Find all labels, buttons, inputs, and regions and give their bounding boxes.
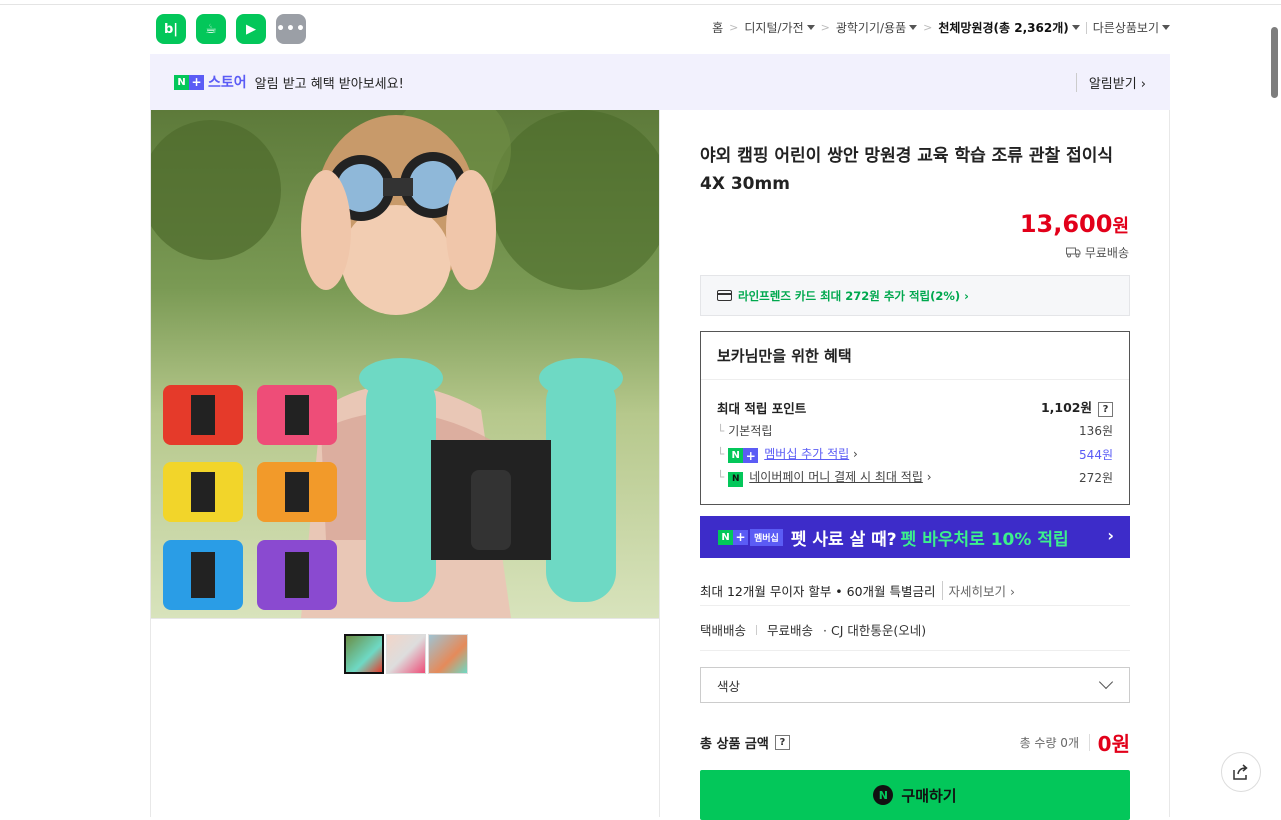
- product-main-image[interactable]: [151, 110, 659, 618]
- card-benefit-link[interactable]: 라인프렌즈 카드 최대 272원 추가 적립(2%) ›: [700, 275, 1130, 316]
- store-label: 스토어: [208, 75, 247, 91]
- top-divider: [0, 4, 1281, 5]
- credit-card-icon: [717, 290, 732, 301]
- truck-icon: [1065, 247, 1081, 258]
- benefit-box: 보카님만을 위한 혜택 최대 적립 포인트 1,102원? └ 기본적립 136원…: [700, 331, 1130, 505]
- delivery-info: 택배배송 무료배송 · CJ 대한통운(오네): [700, 623, 927, 638]
- naverpay-icon: N: [873, 785, 894, 805]
- more-apps-icon[interactable]: •••: [276, 14, 306, 44]
- chevron-down-icon: [1098, 674, 1114, 690]
- thumbnail-list: [344, 634, 468, 674]
- basic-points-row: └ 기본적립 136원: [717, 424, 1113, 438]
- other-products-link[interactable]: 다른상품보기: [1093, 19, 1159, 36]
- app-icons: b| ☕ ▶ •••: [156, 14, 306, 44]
- product-info-pane: 야외 캠핑 어린이 쌍안 망원경 교육 학습 조류 관찰 접이식 4X 30mm…: [660, 110, 1170, 820]
- chevron-right-icon: ›: [1107, 526, 1114, 545]
- scrollbar[interactable]: [1271, 27, 1278, 98]
- alarm-banner: N + 스토어 알림 받고 혜택 받아보세요! 알림받기 ›: [150, 54, 1170, 110]
- npay-link[interactable]: 네이버페이 머니 결제 시 최대 적립: [749, 470, 923, 484]
- breadcrumb-home[interactable]: 홈: [712, 19, 723, 36]
- dropdown-icon: [1071, 25, 1080, 30]
- dropdown-icon: [909, 25, 918, 30]
- membership-link[interactable]: 멤버십 추가 적립: [764, 447, 849, 461]
- total-amount: 0원: [1097, 731, 1130, 756]
- total-quantity: 총 수량 0개: [1020, 733, 1090, 751]
- product-price: 13,600원: [1019, 210, 1129, 238]
- npay-points-row: └ N 네이버페이 머니 결제 시 최대 적립 › 272원: [717, 470, 1113, 487]
- shipping-info: 무료배송: [1065, 244, 1129, 261]
- help-icon[interactable]: ?: [1098, 402, 1113, 417]
- cafe-icon[interactable]: ☕: [196, 14, 226, 44]
- thumbnail-2[interactable]: [386, 634, 426, 674]
- image-pane: [150, 110, 660, 817]
- color-option-select[interactable]: 색상: [700, 667, 1130, 703]
- breadcrumb-digital[interactable]: 디지털/가전: [744, 19, 803, 36]
- naver-plus-icon: N +: [718, 529, 748, 545]
- breadcrumb-telescope[interactable]: 천체망원경(총 2,362개): [938, 19, 1068, 36]
- buy-button[interactable]: N 구매하기: [700, 770, 1130, 820]
- thumbnail-3[interactable]: [428, 634, 468, 674]
- share-button[interactable]: [1221, 752, 1261, 792]
- membership-points-row: └ N + 멤버십 추가 적립 › 544원: [717, 447, 1113, 463]
- place-icon[interactable]: ▶: [236, 14, 266, 44]
- naver-plus-icon: N +: [728, 448, 759, 463]
- benefit-title: 보카님만을 위한 혜택: [701, 332, 1129, 380]
- product-title: 야외 캠핑 어린이 쌍안 망원경 교육 학습 조류 관찰 접이식 4X 30mm: [700, 146, 1113, 194]
- total-price-row: 총 상품 금액? 총 수량 0개 0원: [700, 728, 1130, 756]
- breadcrumb-optics[interactable]: 광학기기/용품: [836, 19, 906, 36]
- dropdown-icon: [1162, 25, 1170, 30]
- share-icon: [1233, 764, 1248, 780]
- max-points-row: 최대 적립 포인트 1,102원?: [717, 397, 1113, 417]
- banner-text: 알림 받고 혜택 받아보세요!: [254, 76, 404, 92]
- help-icon[interactable]: ?: [774, 734, 790, 750]
- membership-ad-banner[interactable]: N + 멤버십 펫 사료 살 때? 펫 바우처로 10% 적립 ›: [700, 516, 1130, 558]
- dropdown-icon: [806, 25, 815, 30]
- alarm-button[interactable]: 알림받기 ›: [1075, 73, 1146, 92]
- installment-details-link[interactable]: 자세히보기 ›: [941, 580, 1015, 600]
- thumbnail-1[interactable]: [344, 634, 384, 674]
- blog-icon[interactable]: b|: [156, 14, 186, 44]
- naver-plus-icon: N +: [174, 74, 204, 90]
- installment-info: 최대 12개월 무이자 할부 • 60개월 특별금리 자세히보기 ›: [700, 574, 1130, 606]
- naverpay-icon: N: [728, 471, 744, 487]
- breadcrumb: 홈 > 디지털/가전 > 광학기기/용품 > 천체망원경(총 2,362개) 다른상품…: [712, 19, 1170, 36]
